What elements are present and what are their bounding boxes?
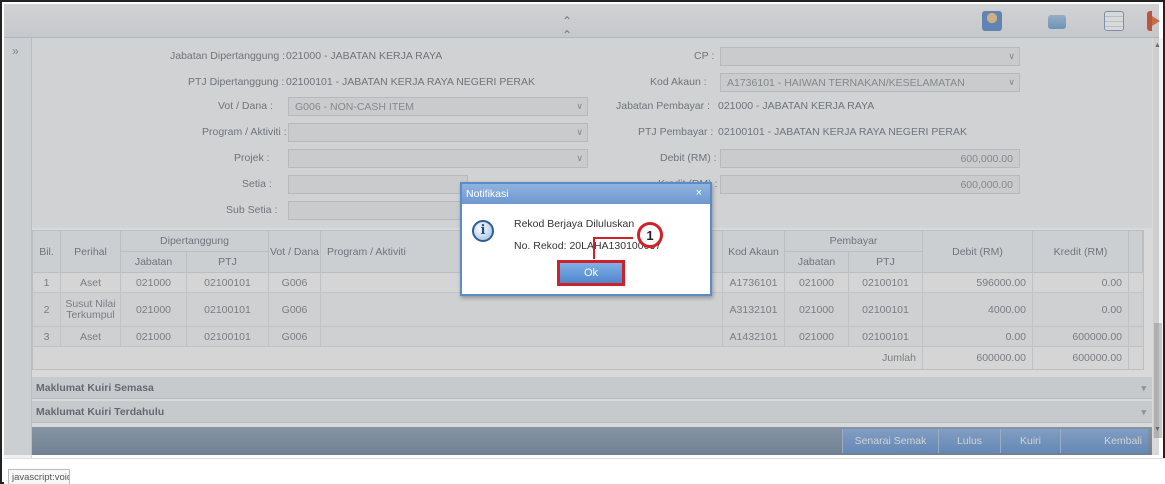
info-icon: i: [472, 220, 494, 242]
dialog-title: Notifikasi: [466, 188, 509, 200]
notification-dialog: Notifikasi × i Rekod Berjaya Diluluskan …: [460, 182, 712, 296]
callout-connector-horizontal: [593, 237, 633, 263]
close-icon[interactable]: ×: [696, 187, 702, 199]
ok-button[interactable]: Ok: [557, 260, 625, 286]
dialog-title-bar[interactable]: Notifikasi ×: [462, 184, 710, 204]
app-window: ⌃ ⌃ » ▲ ▼ Jabatan Dipertanggung : 021000 …: [0, 0, 1165, 484]
dialog-message: Rekod Berjaya Diluluskan: [514, 218, 635, 230]
status-url: javascript:void(0): [8, 469, 70, 484]
browser-status-bar: javascript:void(0): [4, 458, 1165, 484]
step-marker: 1: [637, 222, 663, 248]
